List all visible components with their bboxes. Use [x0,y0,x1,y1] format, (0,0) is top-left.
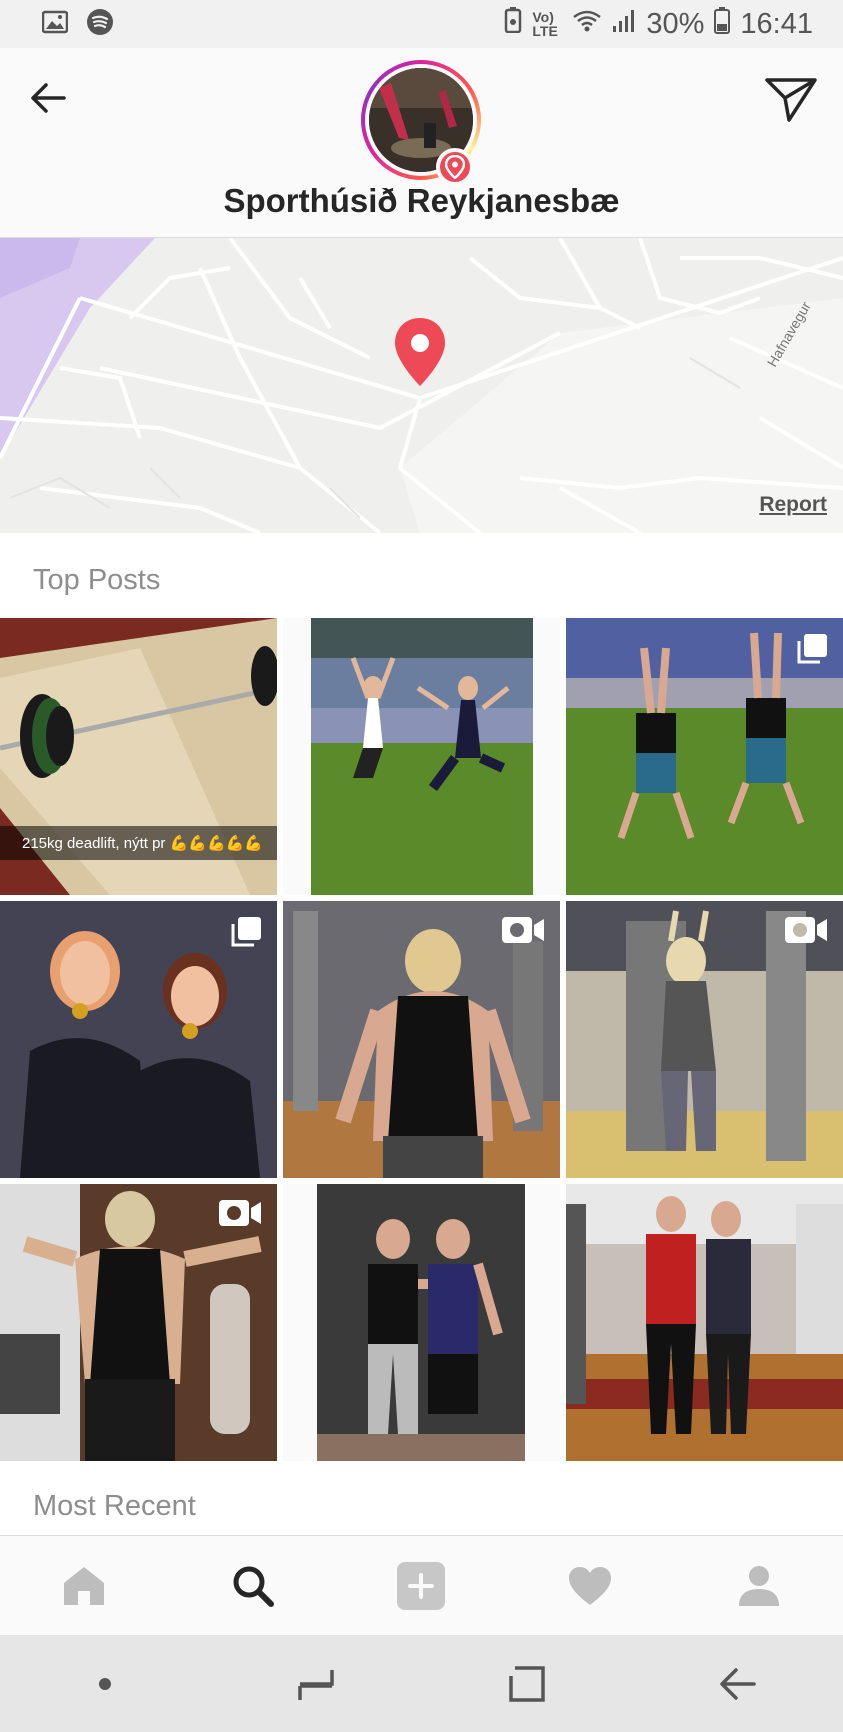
battery-saver-icon [504,7,522,41]
nav-new-post[interactable] [386,1551,456,1621]
recents-button[interactable] [281,1649,351,1719]
assistant-dot-button[interactable] [70,1649,140,1719]
square-home-icon [509,1665,545,1702]
heart-icon [569,1566,612,1605]
post-tile[interactable] [0,901,277,1178]
most-recent-heading: Most Recent [33,1490,196,1522]
nav-profile[interactable] [724,1551,794,1621]
post-tile[interactable] [566,901,843,1178]
report-link[interactable]: Report [759,493,827,517]
system-navigation [0,1635,843,1732]
top-posts-grid: 215kg deadlift, nýtt pr 💪💪💪💪💪 [0,618,843,1461]
post-tile[interactable] [0,1184,277,1461]
multiple-photos-icon [229,915,263,954]
home-system-button[interactable] [492,1649,562,1719]
top-posts-heading: Top Posts [33,564,161,596]
location-header: Sporthúsið Reykjanesbæ [0,48,843,238]
post-image [566,1184,843,1461]
signal-icon [612,8,636,41]
network-type: Vo) LTE [532,9,558,39]
video-camera-icon [783,915,829,950]
wifi-icon [572,8,602,41]
location-pin-icon [445,155,465,179]
place-title: Sporthúsið Reykjanesbæ [223,182,620,219]
profile-icon [738,1565,779,1606]
post-tile[interactable] [566,1184,843,1461]
paper-plane-icon [765,78,817,122]
search-icon [233,1566,274,1607]
location-pin-badge [436,148,474,186]
recents-icon [298,1669,334,1700]
location-map[interactable]: Hafnavegur Report [0,238,843,533]
battery-icon [714,6,731,42]
map-pin-icon [392,316,448,388]
new-post-icon [397,1561,446,1610]
post-image [283,618,560,895]
gallery-icon [41,10,69,39]
post-tile[interactable] [283,618,560,895]
dot-icon [99,1677,112,1690]
post-tile[interactable] [566,618,843,895]
clock: 16:41 [740,7,813,40]
share-button[interactable] [763,74,819,124]
video-camera-icon [217,1198,263,1233]
video-camera-icon [500,915,546,950]
post-caption: 215kg deadlift, nýtt pr 💪💪💪💪💪 [0,826,277,860]
post-tile[interactable] [283,1184,560,1461]
nav-search[interactable] [218,1551,288,1621]
battery-percent: 30% [646,7,705,40]
arrow-left-icon [31,83,66,113]
bottom-navigation [0,1535,843,1635]
system-back-button[interactable] [703,1649,773,1719]
post-tile[interactable] [283,901,560,1178]
back-arrow-icon [719,1667,756,1700]
back-button[interactable] [26,74,74,122]
post-tile[interactable]: 215kg deadlift, nýtt pr 💪💪💪💪💪 [0,618,277,895]
spotify-icon [86,8,114,41]
home-icon [64,1566,105,1605]
status-bar: Vo) LTE 30% 16:41 [0,0,843,48]
post-image [283,1184,560,1461]
nav-home[interactable] [49,1551,119,1621]
nav-activity[interactable] [555,1551,625,1621]
multiple-photos-icon [795,632,829,671]
